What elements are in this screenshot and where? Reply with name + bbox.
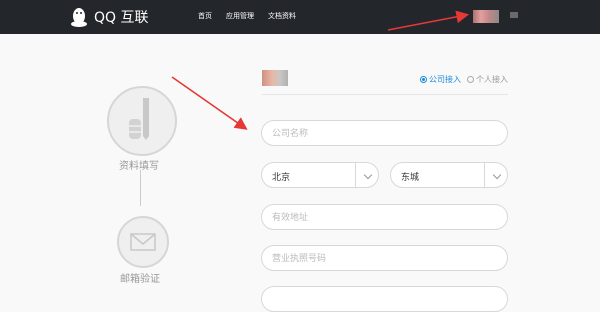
- annotation-arrow-avatar: [387, 10, 470, 31]
- annotation-arrows: [171, 10, 470, 130]
- annotation-arrow-company-name: [171, 76, 248, 130]
